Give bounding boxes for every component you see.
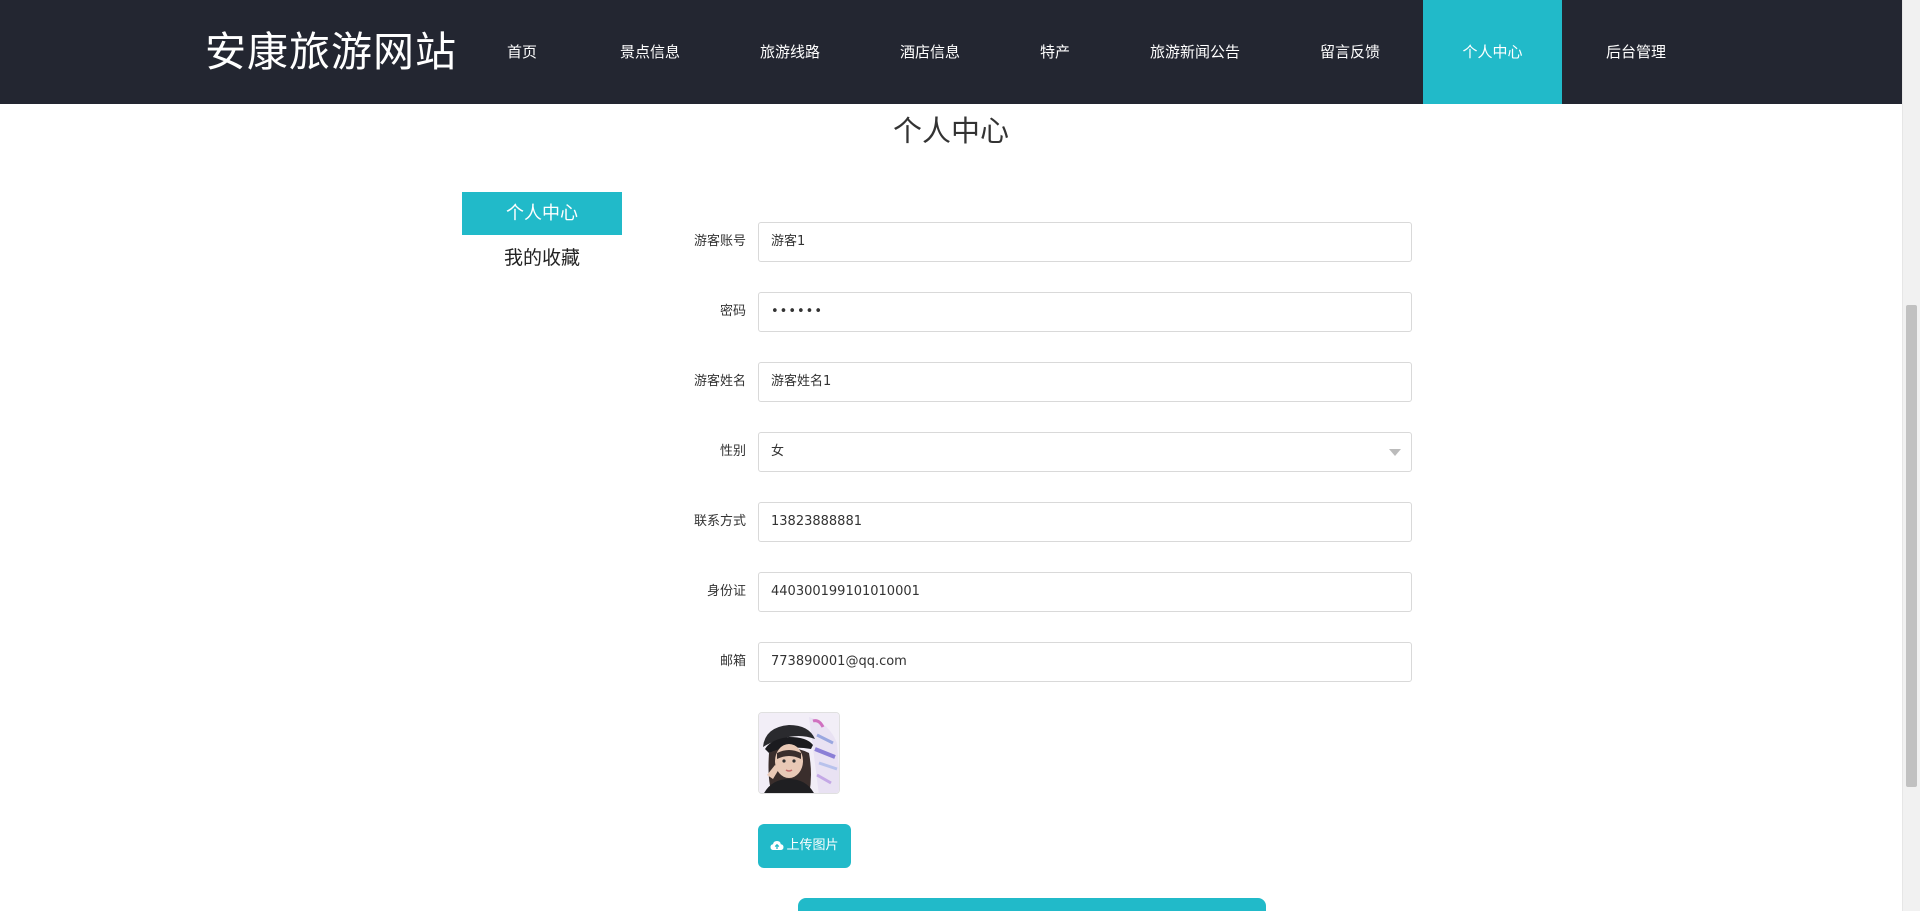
upload-button-label: 上传图片 — [786, 838, 839, 853]
id-card-input[interactable]: 440300199101010001 — [758, 572, 1412, 612]
phone-label: 联系方式 — [693, 514, 746, 529]
email-input[interactable]: 773890001@qq.com — [758, 642, 1412, 682]
sidebar-item-personal-center[interactable]: 个人中心 — [462, 192, 622, 235]
account-input[interactable]: 游客1 — [758, 222, 1412, 262]
nav-item-specialties[interactable]: 特产 — [1030, 0, 1080, 104]
gender-label: 性别 — [719, 444, 746, 459]
avatar-preview — [758, 712, 840, 794]
email-label: 邮箱 — [719, 654, 746, 669]
nav-item-hotels[interactable]: 酒店信息 — [890, 0, 970, 104]
password-input[interactable]: •••••• — [758, 292, 1412, 332]
chevron-down-icon — [1389, 449, 1401, 456]
nav-item-attractions[interactable]: 景点信息 — [610, 0, 690, 104]
upload-image-button[interactable]: 上传图片 — [758, 824, 851, 868]
nav-item-routes[interactable]: 旅游线路 — [750, 0, 830, 104]
page-title: 个人中心 — [892, 114, 1009, 148]
name-label: 游客姓名 — [693, 374, 746, 389]
avatar-image — [759, 713, 839, 793]
cloud-upload-icon — [770, 840, 784, 850]
nav-item-feedback[interactable]: 留言反馈 — [1310, 0, 1390, 104]
account-label: 游客账号 — [693, 234, 746, 249]
nav-item-home[interactable]: 首页 — [495, 0, 549, 104]
phone-input[interactable]: 13823888881 — [758, 502, 1412, 542]
nav-item-personal-center[interactable]: 个人中心 — [1423, 0, 1562, 104]
gender-select-value: 女 — [771, 444, 785, 459]
submit-button[interactable] — [798, 898, 1266, 911]
sidebar-item-favorites[interactable]: 我的收藏 — [462, 243, 622, 273]
main-nav: 首页 景点信息 旅游线路 酒店信息 特产 旅游新闻公告 留言反馈 个人中心 后台… — [0, 0, 1902, 104]
id-card-label: 身份证 — [706, 584, 746, 599]
name-input[interactable]: 游客姓名1 — [758, 362, 1412, 402]
gender-select[interactable]: 女 — [758, 432, 1412, 472]
scrollbar-thumb[interactable] — [1906, 305, 1917, 787]
page-scrollbar[interactable] — [1902, 0, 1920, 911]
password-label: 密码 — [719, 304, 746, 319]
top-navbar: 安康旅游网站 首页 景点信息 旅游线路 酒店信息 特产 旅游新闻公告 留言反馈 … — [0, 0, 1902, 104]
nav-item-admin[interactable]: 后台管理 — [1596, 0, 1676, 104]
nav-item-news[interactable]: 旅游新闻公告 — [1140, 0, 1250, 104]
